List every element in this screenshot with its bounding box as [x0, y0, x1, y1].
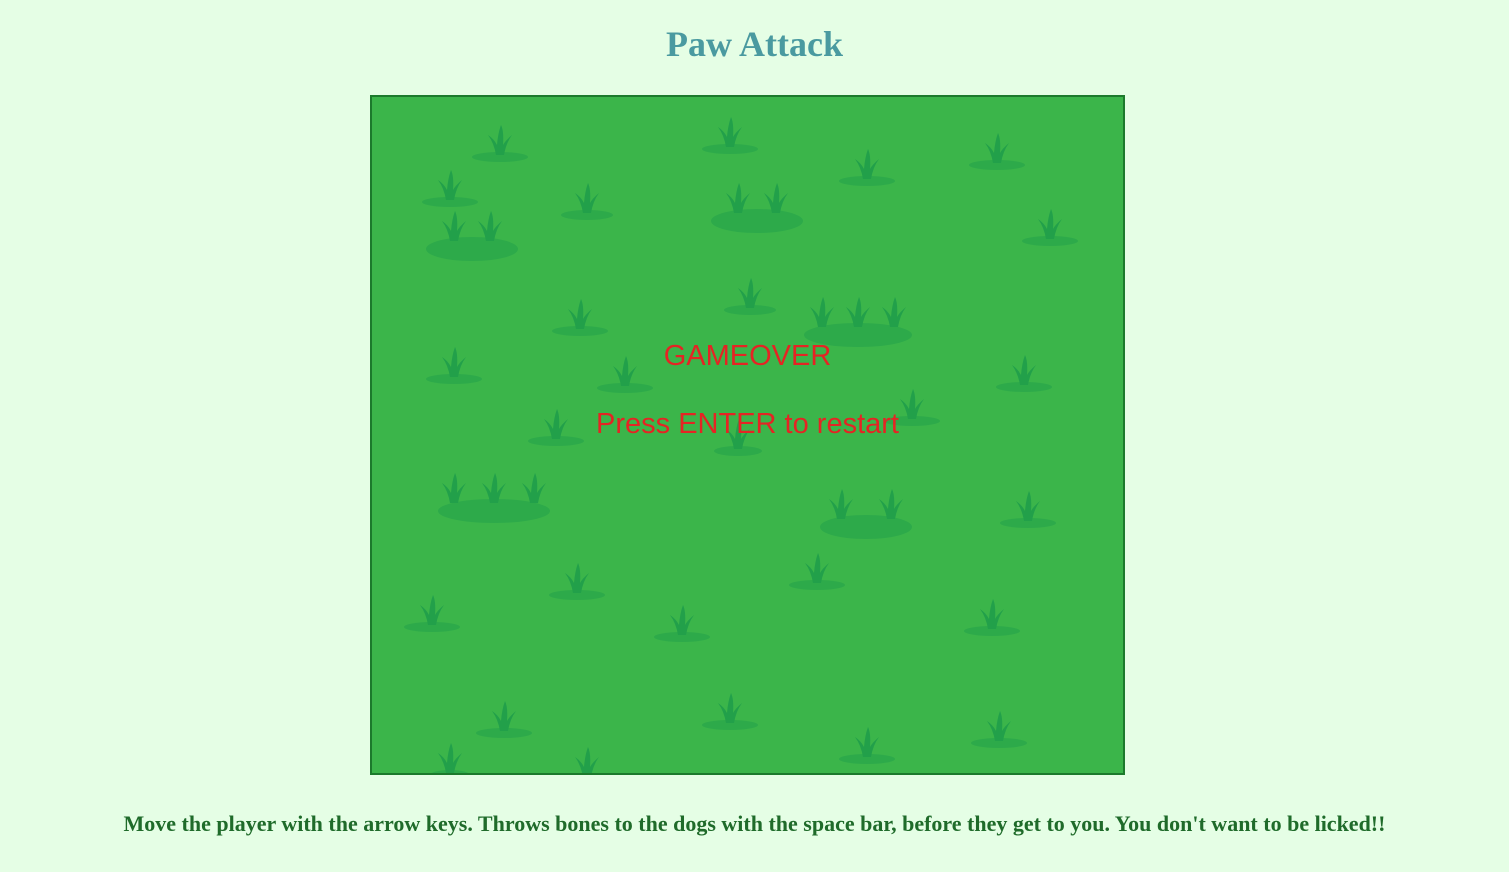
grass-tuft-icon — [724, 278, 776, 315]
grass-tuft-icon — [702, 117, 758, 154]
grass-tuft-icon — [820, 489, 912, 539]
page-title: Paw Attack — [666, 24, 843, 64]
grass-tuft-icon — [575, 747, 599, 773]
gameover-text: GAMEOVER — [663, 340, 832, 372]
grass-tuft-icon — [702, 693, 758, 730]
grass-tuft-icon — [839, 727, 895, 764]
grass-tuft-icon — [969, 133, 1025, 170]
grass-tuft-icon — [964, 599, 1020, 636]
grass-tuft-icon — [404, 595, 460, 632]
grass-tuft-icon — [654, 605, 710, 642]
grass-tuft-icon — [422, 170, 478, 207]
game-canvas[interactable]: GAMEOVER Press ENTER to restart — [370, 95, 1125, 775]
instructions-text: Move the player with the arrow keys. Thr… — [123, 811, 1386, 836]
grass-tuft-icon — [472, 125, 528, 162]
grass-tuft-icon — [839, 149, 895, 186]
grass-tuft-icon — [438, 473, 550, 523]
grass-tuft-icon — [971, 711, 1027, 748]
grass-tuft-icon — [549, 563, 605, 600]
grass-tuft-icon — [426, 211, 518, 261]
grass-tuft-icon — [711, 183, 803, 233]
grass-tuft-icon — [1000, 491, 1056, 528]
grass-tuft-icon — [561, 183, 613, 220]
grass-tuft-icon — [1022, 209, 1078, 246]
restart-prompt: Press ENTER to restart — [596, 408, 899, 440]
grass-tuft-icon — [789, 553, 845, 590]
grass-tuft-icon — [431, 743, 469, 773]
grass-tuft-icon — [552, 299, 608, 336]
grass-tuft-icon — [476, 701, 532, 738]
